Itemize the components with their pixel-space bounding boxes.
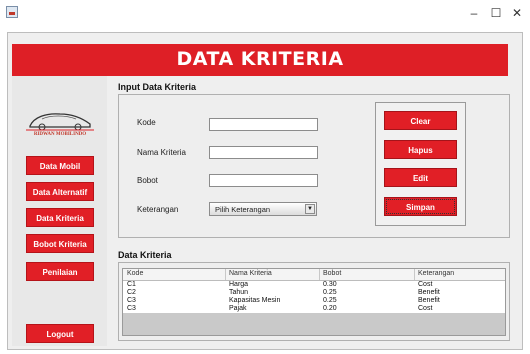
maximize-button[interactable]: ☐ xyxy=(487,4,505,22)
minimize-button[interactable]: – xyxy=(465,4,483,22)
hapus-button[interactable]: Hapus xyxy=(384,140,457,159)
table-row[interactable]: C1 Harga 0.30 Cost xyxy=(123,281,505,289)
kriteria-table[interactable]: Kode Nama Kriteria Bobot Keterangan C1 H… xyxy=(122,268,506,336)
sidebar-item-penilaian[interactable]: Penilaian xyxy=(26,262,94,281)
bobot-label: Bobot xyxy=(137,176,158,185)
input-section-title: Input Data Kriteria xyxy=(118,82,197,92)
sidebar-item-bobot-kriteria[interactable]: Bobot Kriteria xyxy=(26,234,94,253)
edit-button[interactable]: Edit xyxy=(384,168,457,187)
sidebar-item-data-kriteria[interactable]: Data Kriteria xyxy=(26,208,94,227)
logout-button[interactable]: Logout xyxy=(26,324,94,343)
cell-bobot: 0.25 xyxy=(323,289,337,296)
cell-nama-kriteria: Pajak xyxy=(229,305,247,312)
column-header-kode[interactable]: Kode xyxy=(127,270,143,280)
window-titlebar: – ☐ ✕ xyxy=(0,0,530,26)
page-title: DATA KRITERIA xyxy=(176,48,344,70)
cell-kode: C2 xyxy=(127,289,136,296)
logo: RIDWAN MOBILINDO xyxy=(26,113,94,136)
table-header: Kode Nama Kriteria Bobot Keterangan xyxy=(123,269,505,281)
table-row[interactable]: C3 Kapasitas Mesin 0.25 Benefit xyxy=(123,297,505,305)
cell-bobot: 0.20 xyxy=(323,305,337,312)
page-header: DATA KRITERIA xyxy=(12,44,508,76)
cell-nama-kriteria: Kapasitas Mesin xyxy=(229,297,281,304)
clear-button[interactable]: Clear xyxy=(384,111,457,130)
cell-keterangan: Cost xyxy=(418,281,433,288)
kode-label: Kode xyxy=(137,118,156,127)
cell-kode: C3 xyxy=(127,305,136,312)
column-divider xyxy=(225,269,226,280)
sidebar-item-data-alternatif[interactable]: Data Alternatif xyxy=(26,182,94,201)
table-section-title: Data Kriteria xyxy=(118,250,172,260)
bobot-input[interactable] xyxy=(209,174,318,187)
cell-keterangan: Benefit xyxy=(418,289,440,296)
svg-text:RIDWAN MOBILINDO: RIDWAN MOBILINDO xyxy=(34,132,86,136)
column-divider xyxy=(319,269,320,280)
sidebar-item-data-mobil[interactable]: Data Mobil xyxy=(26,156,94,175)
keterangan-label: Keterangan xyxy=(137,205,179,214)
cell-bobot: 0.30 xyxy=(323,281,337,288)
nama-kriteria-label: Nama Kriteria xyxy=(137,148,186,157)
cell-bobot: 0.25 xyxy=(323,297,337,304)
cell-keterangan: Cost xyxy=(418,305,433,312)
table-row[interactable]: C2 Tahun 0.25 Benefit xyxy=(123,289,505,297)
cell-keterangan: Benefit xyxy=(418,297,440,304)
table-row[interactable]: C3 Pajak 0.20 Cost xyxy=(123,305,505,313)
cell-nama-kriteria: Harga xyxy=(229,281,249,288)
simpan-button[interactable]: Simpan xyxy=(384,197,457,216)
java-app-icon xyxy=(6,6,18,18)
cell-kode: C3 xyxy=(127,297,136,304)
column-header-nama-kriteria[interactable]: Nama Kriteria xyxy=(229,270,272,280)
chevron-down-icon[interactable]: ▼ xyxy=(305,204,315,214)
column-divider xyxy=(414,269,415,280)
keterangan-select[interactable]: Pilih Keterangan ▼ xyxy=(209,202,317,216)
cell-nama-kriteria: Tahun xyxy=(229,289,249,296)
keterangan-selected-value: Pilih Keterangan xyxy=(215,205,271,214)
close-button[interactable]: ✕ xyxy=(508,4,526,22)
cell-kode: C1 xyxy=(127,281,136,288)
nama-kriteria-input[interactable] xyxy=(209,146,318,159)
column-header-bobot[interactable]: Bobot xyxy=(323,270,341,280)
kode-input[interactable] xyxy=(209,118,318,131)
column-header-keterangan[interactable]: Keterangan xyxy=(418,270,454,280)
